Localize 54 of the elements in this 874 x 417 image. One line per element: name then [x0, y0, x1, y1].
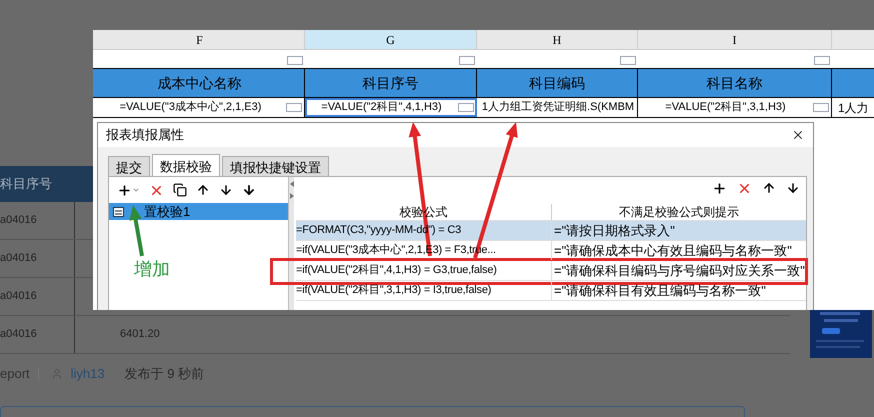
cell-button[interactable] — [459, 56, 475, 65]
formula-text: =if(VALUE("2科目",4,1,H3) = G3,true,false) — [296, 261, 552, 280]
cell-button[interactable] — [458, 103, 474, 112]
message-text: ="请确保科目有效且编码与名称一致" — [553, 282, 767, 300]
formula-cell[interactable]: 1人力组工资凭证明细.S(KMBM — [477, 98, 638, 117]
header-cell: 成本中心名称 — [95, 69, 305, 97]
cell-button[interactable] — [620, 56, 636, 65]
formula-cell[interactable]: =VALUE("2科目",3,1,H3) — [638, 98, 832, 117]
move-down-icon[interactable] — [219, 183, 233, 197]
move-down-icon[interactable] — [786, 181, 800, 195]
header-cell: 科目编码 — [477, 69, 638, 97]
tab[interactable]: 填报快捷键设置 — [222, 156, 329, 176]
table-icon — [113, 206, 124, 216]
table-cell: a04016 — [0, 278, 75, 315]
cell-button[interactable] — [287, 56, 303, 65]
move-up-icon[interactable] — [762, 181, 776, 195]
add-button[interactable] — [117, 182, 140, 198]
cell-button[interactable] — [813, 103, 829, 112]
formula-cell[interactable]: 1人力 — [832, 98, 869, 117]
close-icon[interactable] — [791, 128, 805, 142]
table-row[interactable]: =if(VALUE("2科目",4,1,H3) = G3,true,false) ="请确保科目编码与序号编码对应关系一致" — [296, 261, 806, 281]
collapse-right-icon[interactable] — [290, 193, 294, 199]
table-cell: a04016 — [0, 316, 75, 353]
callout-arrow — [129, 205, 144, 256]
window-title: 报表填报属性 — [106, 126, 184, 144]
cell-button[interactable] — [814, 56, 830, 65]
table-cell-text: 6401.20 — [120, 327, 160, 342]
header-cell: 科目名称 — [638, 69, 832, 97]
table-cell: a04016 — [0, 202, 75, 239]
post-time: 发布于 9 秒前 — [124, 365, 204, 383]
cell-button[interactable] — [286, 103, 302, 112]
header-cell: 科目序号 — [305, 69, 477, 97]
add-icon[interactable] — [712, 180, 727, 196]
formula-text: =if(VALUE("2科目",3,1,H3) = I3,true,false) — [296, 281, 552, 300]
caret-icon — [132, 186, 140, 194]
column-header[interactable]: 不满足校验公式则提示 — [552, 204, 806, 220]
tab[interactable]: 提交 — [108, 156, 150, 176]
column-letter[interactable]: G — [305, 30, 477, 49]
copy-icon[interactable] — [173, 183, 187, 197]
annotation-label: 增加 — [134, 258, 170, 281]
message-text: ="请确保科目编码与序号编码对应关系一致" — [553, 262, 806, 280]
move-up-icon[interactable] — [196, 183, 210, 197]
tab[interactable]: 数据校验 — [152, 154, 220, 176]
move-bottom-icon[interactable] — [242, 183, 256, 197]
message-text: ="请确保成本中心有效且编码与名称一致" — [553, 242, 793, 260]
table-cell: a04016 — [0, 240, 75, 277]
list-item[interactable]: 置校验1 — [109, 203, 288, 220]
plus-icon — [117, 182, 132, 198]
column-header: 科目序号 — [0, 175, 53, 194]
formula-cell[interactable]: =VALUE("3成本中心",2,1,E3) — [95, 98, 305, 117]
table-row[interactable]: =if(VALUE("2科目",3,1,H3) = I3,true,false) ="请确保科目有效且编码与名称一致" — [296, 281, 806, 301]
collapse-left-icon[interactable] — [290, 181, 294, 187]
formula-cell[interactable]: =VALUE("2科目",4,1,H3) — [305, 98, 477, 117]
message-text: ="请按日期格式录入" — [553, 222, 676, 240]
